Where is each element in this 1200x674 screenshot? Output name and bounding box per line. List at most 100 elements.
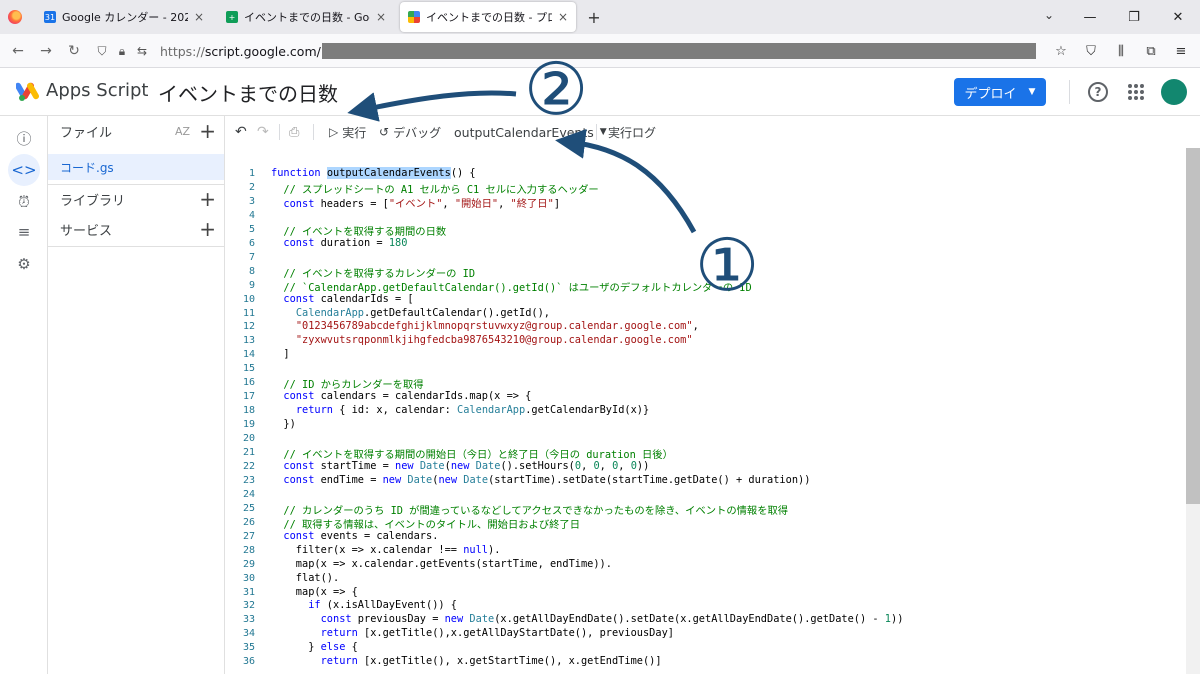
add-library-icon[interactable]: + — [199, 187, 216, 211]
save-icon[interactable]: ⎙ — [289, 116, 299, 148]
debug-icon: ↺ — [379, 125, 390, 139]
divider — [279, 124, 280, 140]
line-number: 8 — [248, 265, 255, 277]
code-line[interactable]: const duration = 180 — [271, 237, 407, 249]
code-line[interactable]: const calendarIds = [ — [271, 293, 413, 305]
undo-icon[interactable]: ↶ — [235, 116, 247, 148]
code-line[interactable]: // `CalendarApp.getDefaultCalendar().get… — [271, 279, 751, 294]
execution-log-button[interactable]: 実行ログ — [608, 116, 656, 148]
line-number: 34 — [242, 628, 255, 640]
code-line[interactable]: return [x.getTitle(),x.getAllDayStartDat… — [271, 627, 674, 639]
code-line[interactable]: // イベントを取得するカレンダーの ID — [271, 265, 475, 280]
debug-button[interactable]: ↺ デバッグ — [379, 116, 441, 148]
pocket-icon[interactable]: ⛉ — [1076, 37, 1106, 65]
code-line[interactable]: // イベントを取得する期間の開始日（今日）と終了日（今日の duration … — [271, 446, 673, 461]
permissions-icon[interactable]: ⇆ — [132, 44, 152, 58]
line-number: 7 — [248, 251, 255, 263]
firefox-icon[interactable] — [0, 0, 30, 34]
browser-tab-sheets[interactable]: + イベントまでの日数 - Google スプレ × — [218, 2, 394, 32]
new-tab-button[interactable]: + — [580, 2, 608, 32]
code-line[interactable]: }) — [271, 418, 295, 430]
close-tab-icon[interactable]: × — [194, 10, 204, 24]
menu-icon[interactable]: ≡ — [1166, 37, 1196, 65]
code-line[interactable]: const calendars = calendarIds.map(x => { — [271, 390, 531, 402]
tab-title: イベントまでの日数 - Google スプレ — [244, 11, 370, 24]
shield-icon[interactable]: ⛉ — [92, 44, 112, 59]
code-line[interactable]: // カレンダーのうち ID が間違っているなどしてアクセスできなかったものを除… — [271, 502, 788, 517]
apps-script-logo-icon[interactable] — [16, 80, 40, 102]
redo-icon[interactable]: ↷ — [257, 116, 269, 148]
run-button[interactable]: ▷ 実行 — [329, 116, 366, 148]
code-line[interactable]: // イベントを取得する期間の日数 — [271, 223, 446, 238]
code-line[interactable]: const startTime = new Date(new Date().se… — [271, 460, 649, 472]
code-line[interactable]: // スプレッドシートの A1 セルから C1 セルに入力するヘッダー — [271, 181, 598, 196]
code-line[interactable]: map(x => { — [271, 586, 358, 598]
libraries-section: ライブラリ + — [48, 184, 224, 214]
code-line[interactable]: // ID からカレンダーを取得 — [271, 376, 423, 391]
code-line[interactable]: flat(). — [271, 572, 339, 584]
files-header: ファイル AZ + — [48, 116, 224, 146]
line-number: 12 — [242, 321, 255, 333]
forward-icon[interactable]: → — [32, 37, 60, 65]
overview-info-icon[interactable]: ⓘ — [8, 122, 40, 154]
reload-icon[interactable]: ↻ — [60, 37, 88, 65]
code-editor[interactable]: 1 2 3 4 5 6 7 8 9 10 11 12 13 14 15 16 17 18 19 20 21 22 23 24 2… — [225, 148, 1200, 674]
line-number: 14 — [242, 349, 255, 361]
code-line[interactable]: const headers = ["イベント", "開始日", "終了日"] — [271, 195, 560, 210]
minimize-icon[interactable]: — — [1068, 0, 1112, 34]
code-line[interactable]: } else { — [271, 641, 358, 653]
extensions-icon[interactable]: ⧉ — [1136, 37, 1166, 65]
code-line[interactable]: map(x => x.calendar.getEvents(startTime,… — [271, 558, 612, 570]
browser-tab-apps-script[interactable]: イベントまでの日数 - プロジェクト編 × — [400, 2, 576, 32]
back-icon[interactable]: ← — [4, 37, 32, 65]
bookmark-star-icon[interactable]: ☆ — [1046, 37, 1076, 65]
scrollbar-thumb[interactable] — [1186, 148, 1200, 504]
project-title[interactable]: イベントまでの日数 — [158, 78, 338, 107]
code-line[interactable]: filter(x => x.calendar !== null). — [271, 544, 501, 556]
run-label: 実行 — [342, 125, 367, 140]
function-select[interactable]: outputCalendarEvents ▼ — [454, 116, 607, 148]
line-number: 11 — [242, 307, 255, 319]
triggers-alarm-icon[interactable]: ⏰︎ — [8, 186, 40, 218]
avatar[interactable] — [1161, 79, 1187, 105]
code-line[interactable]: CalendarApp.getDefaultCalendar().getId()… — [271, 307, 550, 319]
code-line[interactable]: // 取得する情報は、イベントのタイトル、開始日および終了日 — [271, 516, 580, 531]
lock-icon[interactable]: 🔒︎ — [112, 44, 132, 59]
code-line[interactable]: const endTime = new Date(new Date(startT… — [271, 474, 810, 486]
google-apps-icon[interactable] — [1128, 84, 1144, 100]
sort-files-icon[interactable]: AZ — [175, 125, 190, 138]
executions-icon[interactable]: ≡ — [8, 216, 40, 248]
line-number: 25 — [242, 502, 255, 514]
restore-icon[interactable]: ❐ — [1112, 0, 1156, 34]
code-line[interactable]: function outputCalendarEvents() { — [271, 167, 476, 179]
settings-gear-icon[interactable]: ⚙ — [8, 248, 40, 280]
help-icon[interactable]: ? — [1088, 82, 1108, 102]
editor-code-icon[interactable]: <> — [8, 154, 40, 186]
code-line[interactable]: const events = calendars. — [271, 530, 438, 542]
list-all-tabs-icon[interactable]: ⌄ — [1044, 8, 1054, 22]
file-item-code-gs[interactable]: コード.gs — [48, 154, 224, 180]
close-window-icon[interactable]: ✕ — [1156, 0, 1200, 34]
url-bar[interactable]: ⛉ 🔒︎ ⇆ https:// script.google.com/ — [92, 37, 1072, 65]
files-title: ファイル — [60, 125, 113, 141]
code-line[interactable]: ] — [271, 348, 289, 360]
add-service-icon[interactable]: + — [199, 217, 216, 241]
line-number: 35 — [242, 642, 255, 654]
browser-tab-calendar[interactable]: 31 Google カレンダー - 2023年 6月 2 × — [36, 2, 212, 32]
code-line[interactable]: return { id: x, calendar: CalendarApp.ge… — [271, 404, 649, 416]
code-line[interactable]: const previousDay = new Date(x.getAllDay… — [271, 613, 904, 625]
add-file-icon[interactable]: + — [199, 119, 216, 143]
close-tab-icon[interactable]: × — [558, 10, 568, 24]
deploy-label: デプロイ — [964, 86, 1017, 102]
code-line[interactable]: "zyxwvutsrqponmlkjihgfedcba9876543210@gr… — [271, 334, 693, 346]
line-number: 30 — [242, 572, 255, 584]
line-number: 31 — [242, 586, 255, 598]
code-line[interactable]: if (x.isAllDayEvent()) { — [271, 599, 457, 611]
code-line[interactable]: return [x.getTitle(), x.getStartTime(), … — [271, 655, 662, 667]
close-tab-icon[interactable]: × — [376, 10, 386, 24]
library-icon[interactable]: ⫼ — [1106, 37, 1136, 65]
code-line[interactable]: "0123456789abcdefghijklmnopqrstuvwxyz@gr… — [271, 320, 699, 332]
tab-title: イベントまでの日数 - プロジェクト編 — [426, 11, 552, 24]
deploy-button[interactable]: デプロイ ▼ — [954, 78, 1046, 106]
line-number: 32 — [242, 600, 255, 612]
